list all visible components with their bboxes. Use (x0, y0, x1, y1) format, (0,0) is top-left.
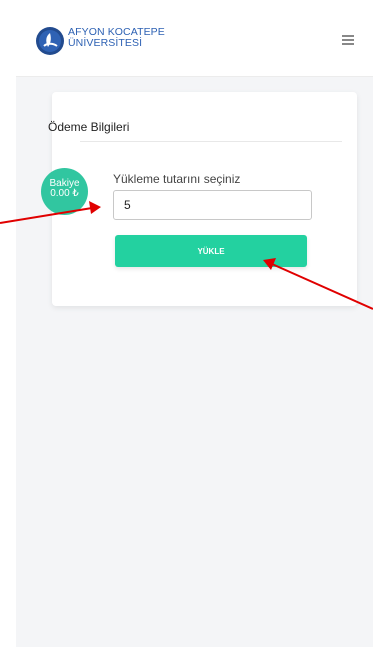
brand-line-2: ÜNİVERSİTESİ (68, 37, 143, 49)
amount-input[interactable] (113, 190, 312, 220)
menu-line (342, 39, 354, 41)
balance-badge: Bakiye 0.00 ₺ (41, 168, 88, 215)
university-brand: AFYON KOCATEPE ÜNİVERSİTESİ (68, 27, 165, 49)
balance-badge-value: 0.00 ₺ (50, 188, 79, 199)
menu-line (342, 43, 354, 45)
payment-card-divider (80, 141, 342, 142)
submit-button[interactable]: YÜKLE (115, 235, 307, 267)
payment-card-title: Ödeme Bilgileri (48, 120, 130, 134)
menu-line (342, 35, 354, 37)
university-emblem-icon (36, 27, 64, 55)
amount-label: Yükleme tutarını seçiniz (113, 172, 241, 186)
mobile-screen: AFYON KOCATEPE ÜNİVERSİTESİ Ödeme Bilgil… (16, 0, 373, 647)
top-header: AFYON KOCATEPE ÜNİVERSİTESİ (16, 0, 373, 77)
hamburger-menu-icon[interactable] (342, 34, 354, 45)
